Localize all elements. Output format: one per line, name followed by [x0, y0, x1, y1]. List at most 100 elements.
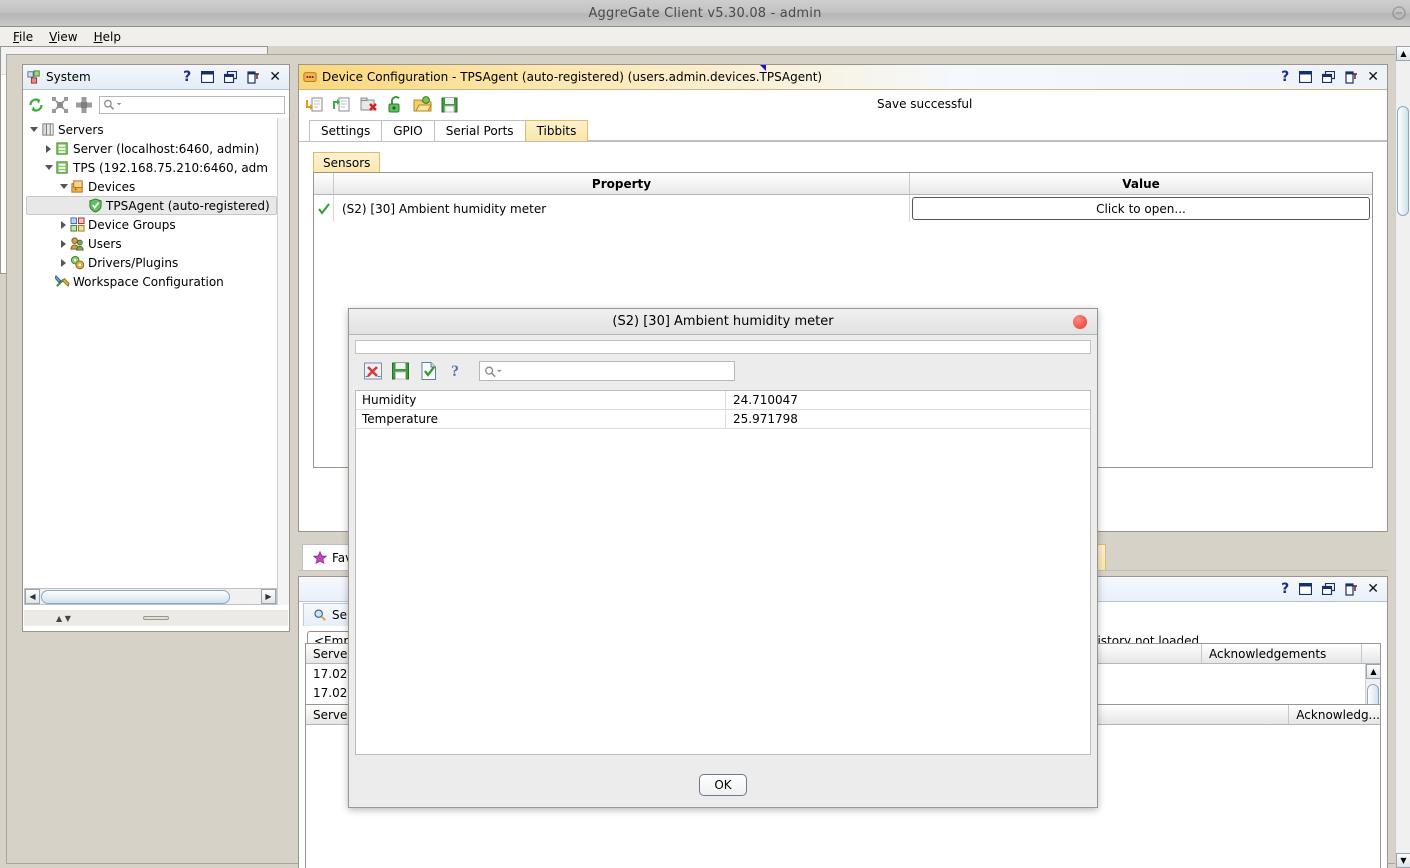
- expander-right-icon[interactable]: [58, 220, 69, 229]
- dialog-titlebar: (S2) [30] Ambient humidity meter: [349, 309, 1097, 335]
- tree-node-label: Drivers/Plugins: [88, 255, 179, 270]
- dialog-property-value: 25.971798: [733, 412, 798, 426]
- devices-icon: [69, 179, 85, 194]
- export-icon[interactable]: [332, 95, 352, 115]
- help-icon[interactable]: ?: [1281, 70, 1289, 84]
- unlock-icon[interactable]: [386, 95, 406, 115]
- tree-node-users[interactable]: Users: [24, 234, 277, 253]
- splitter-grip[interactable]: [143, 616, 169, 620]
- device-config-tabs[interactable]: Settings GPIO Serial Ports Tibbits: [299, 120, 1387, 142]
- import-icon[interactable]: [305, 95, 325, 115]
- sensor-value-dialog: (S2) [30] Ambient humidity meter ? Humid…: [348, 308, 1098, 808]
- tree-node-label: TPS (192.168.75.210:6460, adm: [73, 160, 268, 175]
- tree-node-devices[interactable]: Devices: [24, 177, 277, 196]
- close-icon[interactable]: ✕: [269, 70, 281, 84]
- maximize-icon[interactable]: [1298, 582, 1312, 596]
- save-icon[interactable]: [391, 361, 411, 381]
- tree-node-label: Devices: [88, 179, 136, 194]
- expander-right-icon[interactable]: [58, 239, 69, 248]
- system-tree-icon: [27, 70, 41, 84]
- dialog-property-name: Humidity: [356, 391, 726, 409]
- scroll-thumb[interactable]: [41, 589, 230, 604]
- close-icon[interactable]: ✕: [1367, 70, 1379, 84]
- dialog-table-row[interactable]: Temperature 25.971798: [356, 410, 1090, 429]
- tree-node-workspace-configuration[interactable]: Workspace Configuration: [24, 272, 277, 291]
- click-to-open-button[interactable]: Click to open...: [912, 197, 1370, 220]
- tree-horizontal-scrollbar[interactable]: ◀ ▶: [24, 588, 277, 605]
- dialog-search-input[interactable]: [502, 363, 734, 379]
- collapse-all-icon[interactable]: [75, 96, 93, 114]
- dialog-table-row[interactable]: Humidity 24.710047: [356, 391, 1090, 410]
- server-icon: [54, 141, 70, 156]
- pin-icon[interactable]: [1344, 582, 1358, 596]
- apply-icon[interactable]: [419, 361, 439, 381]
- refresh-icon[interactable]: [27, 96, 45, 114]
- tab-gpio[interactable]: GPIO: [381, 120, 435, 141]
- row-value-cell[interactable]: Click to open...: [760, 65, 1372, 222]
- dialog-search-box[interactable]: [479, 361, 735, 381]
- tree-node-device-groups[interactable]: Device Groups: [24, 215, 277, 234]
- column-header-acknowledg-[interactable]: Acknowledg...: [1289, 705, 1380, 724]
- clear-icon[interactable]: [359, 95, 379, 115]
- tree-node-server-localhost-6460-admin[interactable]: Server (localhost:6460, admin): [24, 139, 277, 158]
- tree-node-drivers-plugins[interactable]: Drivers/Plugins: [24, 253, 277, 272]
- save-icon[interactable]: [440, 95, 460, 115]
- system-search-box[interactable]: [99, 95, 285, 114]
- pin-icon[interactable]: [246, 70, 260, 84]
- scroll-left-icon[interactable]: ◀: [25, 589, 40, 604]
- tree-node-tpsagent-auto-registered[interactable]: TPSAgent (auto-registered): [26, 196, 277, 215]
- clear-icon[interactable]: [363, 361, 383, 381]
- tree-node-tps-192-168-75-210-6460-adm[interactable]: TPS (192.168.75.210:6460, adm: [24, 158, 277, 177]
- save-status-message: Save successful: [877, 97, 973, 111]
- restore-icon[interactable]: [1321, 582, 1335, 596]
- agent-icon: [87, 198, 103, 213]
- menu-file[interactable]: File: [6, 29, 40, 45]
- row-property-label: (S2) [30] Ambient humidity meter: [334, 195, 910, 222]
- dialog-top-strip: [355, 340, 1091, 354]
- scroll-up-icon[interactable]: ▲: [1366, 664, 1381, 679]
- tab-tibbits[interactable]: Tibbits: [524, 120, 589, 141]
- menu-view[interactable]: View: [42, 29, 84, 45]
- device-config-subtabs[interactable]: Sensors: [299, 151, 1387, 172]
- tab-settings[interactable]: Settings: [309, 120, 383, 141]
- dialog-property-table[interactable]: Humidity 24.710047 Temperature 25.971798: [355, 390, 1091, 755]
- tab-serial-ports[interactable]: Serial Ports: [433, 120, 526, 141]
- restore-icon[interactable]: [223, 70, 237, 84]
- device-config-title: Device Configuration - TPSAgent (auto-re…: [322, 70, 823, 84]
- help-icon[interactable]: ?: [183, 70, 191, 84]
- help-icon[interactable]: ?: [1281, 582, 1289, 596]
- ok-button[interactable]: OK: [699, 774, 747, 796]
- device-config-window-buttons: ? ✕: [1281, 70, 1383, 84]
- expander-right-icon[interactable]: [43, 144, 54, 153]
- expand-all-icon[interactable]: [51, 96, 69, 114]
- system-search-input[interactable]: [124, 97, 284, 112]
- splitter-arrows[interactable]: ▲ ▼: [56, 614, 71, 623]
- users-icon: [69, 236, 85, 251]
- os-window-menu-icon[interactable]: [1391, 5, 1407, 21]
- panel-splitter[interactable]: ▲ ▼: [24, 610, 288, 626]
- expander-down-icon[interactable]: [58, 184, 69, 189]
- tabstrip-filler: [587, 140, 1387, 141]
- table-row[interactable]: (S2) [30] Ambient humidity meter Click t…: [314, 65, 1372, 222]
- maximize-icon[interactable]: [200, 70, 214, 84]
- expander-down-icon[interactable]: [28, 127, 39, 132]
- help-icon[interactable]: ?: [447, 361, 467, 381]
- tree-node-label: TPSAgent (auto-registered): [106, 198, 270, 213]
- pin-icon[interactable]: [1344, 70, 1358, 84]
- workspace-icon: [54, 274, 70, 289]
- tree-vertical-scrollbar[interactable]: [277, 118, 289, 605]
- subtab-sensors[interactable]: Sensors: [313, 152, 381, 172]
- maximize-icon[interactable]: [1298, 70, 1312, 84]
- row-check-icon: [314, 195, 334, 222]
- expander-right-icon[interactable]: [58, 258, 69, 267]
- menu-help[interactable]: Help: [87, 29, 128, 45]
- open-icon[interactable]: [413, 95, 433, 115]
- dialog-close-icon[interactable]: [1073, 315, 1087, 329]
- scroll-right-icon[interactable]: ▶: [261, 589, 276, 604]
- device-config-titlebar: Device Configuration - TPSAgent (auto-re…: [299, 65, 1387, 90]
- restore-icon[interactable]: [1321, 70, 1335, 84]
- tree-node-servers[interactable]: Servers: [24, 120, 277, 139]
- system-tree[interactable]: Servers Server (localhost:6460, admin) TPS…: [24, 118, 277, 583]
- close-icon[interactable]: ✕: [1367, 582, 1379, 596]
- expander-down-icon[interactable]: [43, 165, 54, 170]
